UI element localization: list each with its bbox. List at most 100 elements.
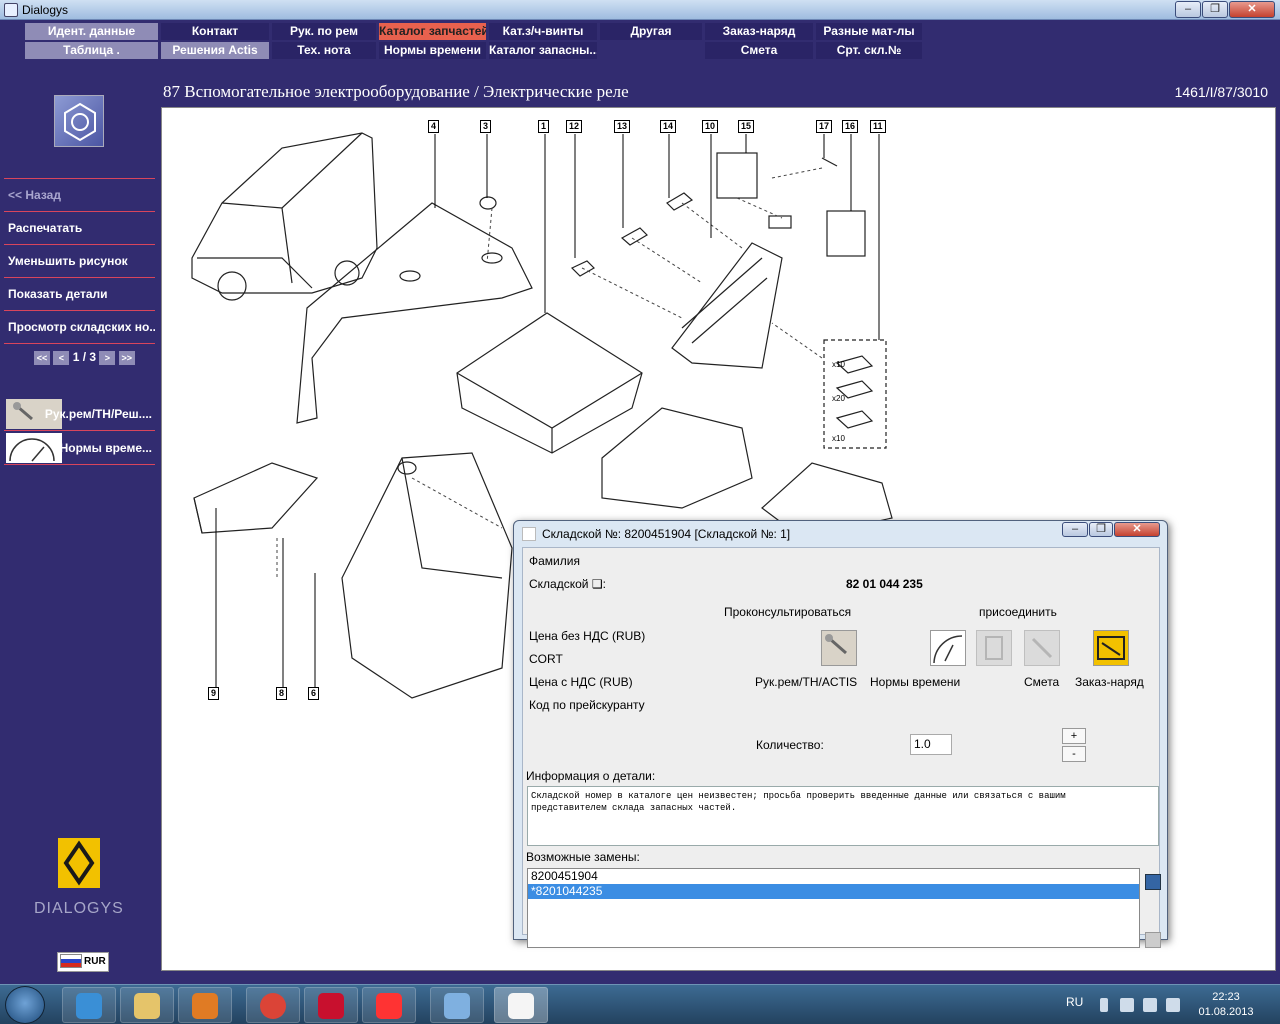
- menu-misc-materials[interactable]: Разные мат-лы: [816, 23, 922, 40]
- menu-contact[interactable]: Контакт: [161, 23, 269, 40]
- price-excl-vat-label: Цена без НДС (RUB): [529, 629, 646, 643]
- menu-spare-catalog[interactable]: Каталог запасны...: [489, 42, 597, 59]
- minimize-button[interactable]: –: [1175, 1, 1201, 18]
- menu-parts-catalog[interactable]: Каталог запчастей: [379, 23, 486, 40]
- menu-table[interactable]: Таблица .: [25, 42, 158, 59]
- pager-last-button[interactable]: >>: [118, 350, 135, 365]
- work-order-icon[interactable]: [1093, 630, 1129, 666]
- quantity-decrement-button[interactable]: -: [1062, 746, 1086, 762]
- taskbar-audio[interactable]: [430, 987, 484, 1023]
- callout-17[interactable]: 17: [816, 120, 833, 133]
- currency-label: RUR: [84, 956, 106, 967]
- menu-warehouse-sort[interactable]: Срт. скл.№: [816, 42, 922, 59]
- start-button[interactable]: [5, 986, 45, 1024]
- callout-12[interactable]: 12: [566, 120, 583, 133]
- menu-time-norms[interactable]: Нормы времени: [379, 42, 486, 59]
- show-parts-button[interactable]: Показать детали: [4, 277, 155, 310]
- pager-first-button[interactable]: <<: [34, 350, 50, 365]
- clock[interactable]: 22:23 01.08.2013: [1196, 990, 1256, 1020]
- sidebar-tool-label: Нормы време...: [59, 441, 152, 455]
- pager-next-button[interactable]: >: [99, 350, 116, 365]
- callout-8[interactable]: 8: [276, 687, 288, 700]
- dialog-minimize-button[interactable]: –: [1062, 522, 1088, 537]
- clock-date: 01.08.2013: [1198, 1006, 1254, 1018]
- yandex-icon: [376, 993, 402, 1019]
- estimate-attach-icon[interactable]: [976, 630, 1012, 666]
- renault-logo-icon: [58, 838, 100, 888]
- speaker-icon: [444, 993, 470, 1019]
- network-icon[interactable]: [1120, 998, 1134, 1012]
- dialog-title: Складской №: 8200451904 [Складской №: 1]: [542, 527, 791, 541]
- tray-expand-icon[interactable]: [1100, 998, 1108, 1012]
- replacements-label: Возможные замены:: [526, 850, 640, 864]
- app-icon: [4, 3, 18, 17]
- callout-3[interactable]: 3: [480, 120, 492, 133]
- taskbar-explorer[interactable]: [120, 987, 174, 1023]
- menu-other[interactable]: Другая: [600, 23, 702, 40]
- folder-icon: [134, 993, 160, 1019]
- replacements-list[interactable]: 8200451904 *8201044235: [527, 868, 1140, 948]
- callout-15[interactable]: 15: [738, 120, 755, 133]
- pager-total: 3: [89, 350, 97, 364]
- sidebar-tool-repair-manual[interactable]: Рук.рем/TH/Реш....: [4, 398, 155, 431]
- callout-4[interactable]: 4: [428, 120, 440, 133]
- multiplier-label: x10: [832, 360, 845, 369]
- estimate-icon[interactable]: [1024, 630, 1060, 666]
- menu-work-order[interactable]: Заказ-наряд: [705, 23, 813, 40]
- quantity-increment-button[interactable]: +: [1062, 728, 1086, 744]
- callout-6[interactable]: 6: [308, 687, 320, 700]
- scroll-down-button[interactable]: [1145, 932, 1161, 948]
- quantity-label: Количество:: [756, 738, 824, 752]
- view-stock-numbers-button[interactable]: Просмотр складских но...: [4, 310, 155, 344]
- callout-14[interactable]: 14: [660, 120, 677, 133]
- menu-actis-solutions[interactable]: Решения Actis: [161, 42, 269, 59]
- close-button[interactable]: ✕: [1229, 1, 1275, 18]
- language-indicator[interactable]: RU: [1066, 995, 1083, 1009]
- taskbar: RU 22:23 01.08.2013: [0, 984, 1280, 1024]
- taskbar-yandex[interactable]: [362, 987, 416, 1023]
- dialogys-brand: DIALOGYS: [34, 900, 124, 917]
- callout-16[interactable]: 16: [842, 120, 859, 133]
- part-details-dialog: Складской №: 8200451904 [Складской №: 1]…: [513, 520, 1168, 948]
- price-incl-vat-label: Цена с НДС (RUB): [529, 675, 633, 689]
- callout-10[interactable]: 10: [702, 120, 719, 133]
- zoom-out-button[interactable]: Уменьшить рисунок: [4, 244, 155, 277]
- ie-icon: [76, 993, 102, 1019]
- menu-screws-catalog[interactable]: Кат.з/ч-винты: [489, 23, 597, 40]
- java-icon: [508, 993, 534, 1019]
- pager-prev-button[interactable]: <: [53, 350, 70, 365]
- maximize-button[interactable]: ❐: [1202, 1, 1228, 18]
- part-number-value: 82 01 044 235: [846, 577, 923, 591]
- currency-selector[interactable]: RUR: [57, 952, 109, 972]
- callout-1[interactable]: 1: [538, 120, 550, 133]
- taskbar-internet-explorer[interactable]: [62, 987, 116, 1023]
- callout-9[interactable]: 9: [208, 687, 220, 700]
- taskbar-chrome[interactable]: [246, 987, 300, 1023]
- taskbar-media-player[interactable]: [178, 987, 232, 1023]
- volume-icon[interactable]: [1166, 998, 1180, 1012]
- taskbar-kaspersky[interactable]: [304, 987, 358, 1023]
- print-button[interactable]: Распечатать: [4, 211, 155, 244]
- callout-13[interactable]: 13: [614, 120, 631, 133]
- back-link[interactable]: << Назад: [4, 178, 155, 211]
- list-item[interactable]: *8201044235: [528, 884, 1139, 899]
- callout-11[interactable]: 11: [870, 120, 886, 133]
- dialog-close-button[interactable]: ✕: [1114, 522, 1160, 537]
- flag-icon[interactable]: [1143, 998, 1157, 1012]
- menu-estimate[interactable]: Смета: [705, 42, 813, 59]
- taskbar-java-app[interactable]: [494, 987, 548, 1023]
- list-item[interactable]: 8200451904: [528, 869, 1139, 884]
- menu-ident-data[interactable]: Идент. данные: [25, 23, 158, 40]
- clock-time: 22:23: [1212, 991, 1240, 1003]
- quantity-input[interactable]: 1.0: [910, 734, 952, 755]
- dialog-maximize-button[interactable]: ❐: [1089, 522, 1113, 537]
- repair-manual-icon[interactable]: [821, 630, 857, 666]
- part-info-textarea[interactable]: Складской номер в каталоге цен неизвесте…: [527, 786, 1159, 846]
- menu-repair-manual[interactable]: Рук. по рем: [272, 23, 376, 40]
- time-norms-icon[interactable]: [930, 630, 966, 666]
- russia-flag-icon: [60, 954, 82, 969]
- sidebar-tool-time-norms[interactable]: Нормы време...: [4, 432, 155, 465]
- estimate-button-label: Смета: [1024, 675, 1060, 689]
- scroll-up-button[interactable]: [1145, 874, 1161, 890]
- menu-tech-note[interactable]: Тех. нота: [272, 42, 376, 59]
